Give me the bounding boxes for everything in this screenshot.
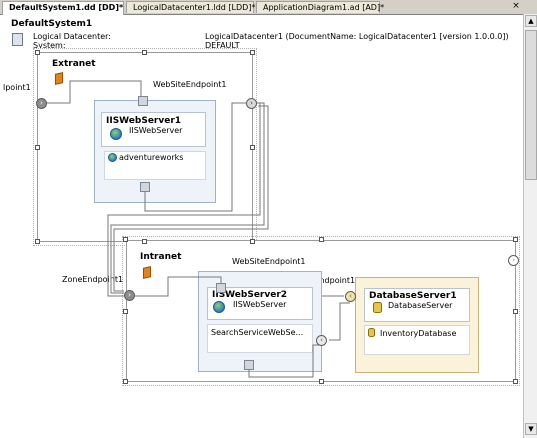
resize-handle[interactable] [142,50,147,55]
resize-handle[interactable] [513,309,518,314]
extranet-right-endpoint-port[interactable]: › [246,98,257,109]
resize-handle[interactable] [35,239,40,244]
scroll-up-icon[interactable]: ▲ [525,15,537,27]
scroll-thumb[interactable] [525,30,537,180]
zone-endpoint-port[interactable]: › [124,290,135,301]
resize-handle[interactable] [513,237,518,242]
resize-handle[interactable] [123,379,128,384]
tab-applicationdiagram[interactable]: ApplicationDiagram1.ad [AD]* [256,1,384,13]
resize-handle[interactable] [35,50,40,55]
resize-handle[interactable] [123,309,128,314]
tab-logicaldatacenter[interactable]: LogicalDatacenter1.ldd [LDD]* [126,1,255,13]
resize-handle[interactable] [250,145,255,150]
resize-handle[interactable] [250,50,255,55]
intranet-right-endpoint-port[interactable]: › [508,255,519,266]
resize-handle[interactable] [35,145,40,150]
connection-wires [44,80,350,378]
resize-handle[interactable] [142,239,147,244]
vertical-scrollbar[interactable]: ▲ ▼ [523,14,537,438]
resize-handle[interactable] [319,237,324,242]
db-endpoint-port[interactable]: ‹ [345,291,356,302]
resize-handle[interactable] [513,379,518,384]
iis2-consumer-port[interactable]: ‹ [316,335,327,346]
close-icon[interactable]: × [511,1,521,12]
resize-handle[interactable] [250,239,255,244]
extranet-left-endpoint-port[interactable]: › [36,98,47,109]
scroll-down-icon[interactable]: ▼ [525,423,537,435]
resize-handle[interactable] [123,237,128,242]
tab-bar: DefaultSystem1.dd [DD]* LogicalDatacente… [0,0,537,15]
diagram-canvas[interactable]: DefaultSystem1 Logical Datacenter: Syste… [0,15,523,438]
tab-defaultsystem[interactable]: DefaultSystem1.dd [DD]* [2,1,124,15]
resize-handle[interactable] [319,379,324,384]
